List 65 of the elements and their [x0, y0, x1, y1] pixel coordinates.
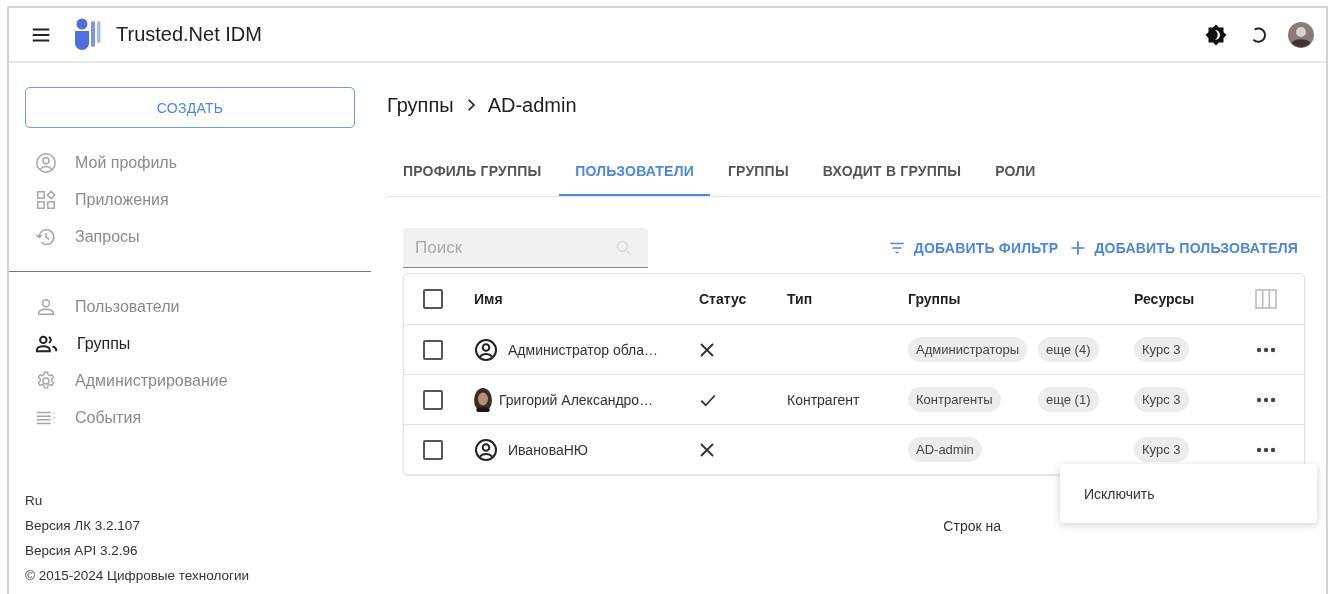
column-header[interactable]: Группы	[908, 291, 961, 307]
tab[interactable]: ПОЛЬЗОВАТЕЛИ	[559, 147, 710, 196]
more-icon[interactable]	[1255, 346, 1276, 353]
user-type: Контрагент	[787, 391, 860, 408]
avatar-icon[interactable]	[1288, 21, 1314, 48]
footer-text: Версия API 3.2.96	[25, 542, 139, 560]
apps-icon	[35, 188, 57, 211]
user-avatar-icon	[474, 337, 498, 362]
tab[interactable]: ПРОФИЛЬ ГРУППЫ	[387, 147, 558, 196]
rows-per-page-label: Строк на	[943, 518, 1001, 534]
user-name[interactable]: ИвановаНЮ	[508, 441, 588, 458]
breadcrumb-current: AD-admin	[487, 93, 577, 117]
nav-label: Мой профиль	[75, 153, 178, 172]
nav-label: Приложения	[75, 190, 169, 209]
nav-item[interactable]: Приложения	[35, 181, 371, 218]
row-checkbox[interactable]	[423, 339, 443, 360]
footer-text: Ru	[25, 492, 44, 510]
user-name[interactable]: Григорий Александро…	[499, 391, 654, 408]
nav-item[interactable]: События	[35, 399, 371, 436]
more-icon[interactable]	[1255, 396, 1276, 403]
user-name[interactable]: Администратор обла…	[508, 341, 659, 358]
user-avatar-icon	[474, 437, 498, 462]
nav-label: События	[75, 408, 142, 427]
resource-chip: Курс 3	[1134, 337, 1189, 362]
group-chip: еще (1)	[1038, 387, 1099, 412]
group-chip: еще (4)	[1038, 337, 1099, 362]
menu-item[interactable]: Исключить	[1084, 485, 1155, 502]
group-chip: Администраторы	[908, 337, 1028, 362]
row-checkbox[interactable]	[423, 389, 443, 410]
footer-text: Версия ЛК 3.2.107	[25, 517, 141, 535]
plus-icon	[1070, 240, 1087, 256]
select-all-checkbox[interactable]	[423, 289, 443, 309]
column-header[interactable]: Статус	[699, 291, 747, 307]
breadcrumb-link[interactable]: Группы	[387, 93, 454, 117]
nav-label: Запросы	[75, 227, 140, 246]
nav-label: Группы	[77, 334, 131, 353]
tab[interactable]: РОЛИ	[979, 147, 1052, 196]
profile-icon	[35, 151, 57, 174]
row-checkbox[interactable]	[423, 439, 443, 460]
nav-item[interactable]: Администрирование	[35, 362, 371, 399]
column-header[interactable]: Имя	[474, 291, 503, 307]
create-button[interactable]: СОЗДАТЬ	[25, 87, 355, 128]
search-field[interactable]: Поиск	[403, 228, 648, 268]
action-button[interactable]: ДОБАВИТЬ ФИЛЬТР	[881, 239, 1059, 257]
tab[interactable]: ГРУППЫ	[711, 147, 805, 196]
action-button[interactable]: ДОБАВИТЬ ПОЛЬЗОВАТЕЛЯ	[1064, 240, 1298, 256]
nav-item[interactable]: Запросы	[35, 218, 371, 255]
more-icon[interactable]	[1255, 446, 1276, 453]
avatar-icon	[474, 387, 492, 412]
resource-chip: Курс 3	[1134, 437, 1189, 462]
nav-label: Администрирование	[75, 371, 228, 390]
group-chip: AD-admin	[908, 437, 982, 462]
group-chip: Контрагенты	[908, 387, 1001, 412]
nav-item[interactable]: Мой профиль	[35, 144, 371, 181]
logo-icon	[74, 17, 102, 52]
nav-label: Пользователи	[75, 297, 180, 316]
app-title: Trusted.Net IDM	[116, 23, 262, 46]
footer-text: © 2015-2024 Цифровые технологии	[25, 567, 250, 585]
column-header[interactable]: Тип	[787, 291, 813, 307]
theme-icon[interactable]	[1204, 22, 1228, 47]
resource-chip: Курс 3	[1134, 387, 1189, 412]
column-header[interactable]: Ресурсы	[1134, 291, 1195, 307]
tab[interactable]: ВХОДИТ В ГРУППЫ	[806, 147, 978, 196]
nav-item[interactable]: Группы	[35, 325, 371, 362]
gear-icon	[35, 369, 57, 392]
